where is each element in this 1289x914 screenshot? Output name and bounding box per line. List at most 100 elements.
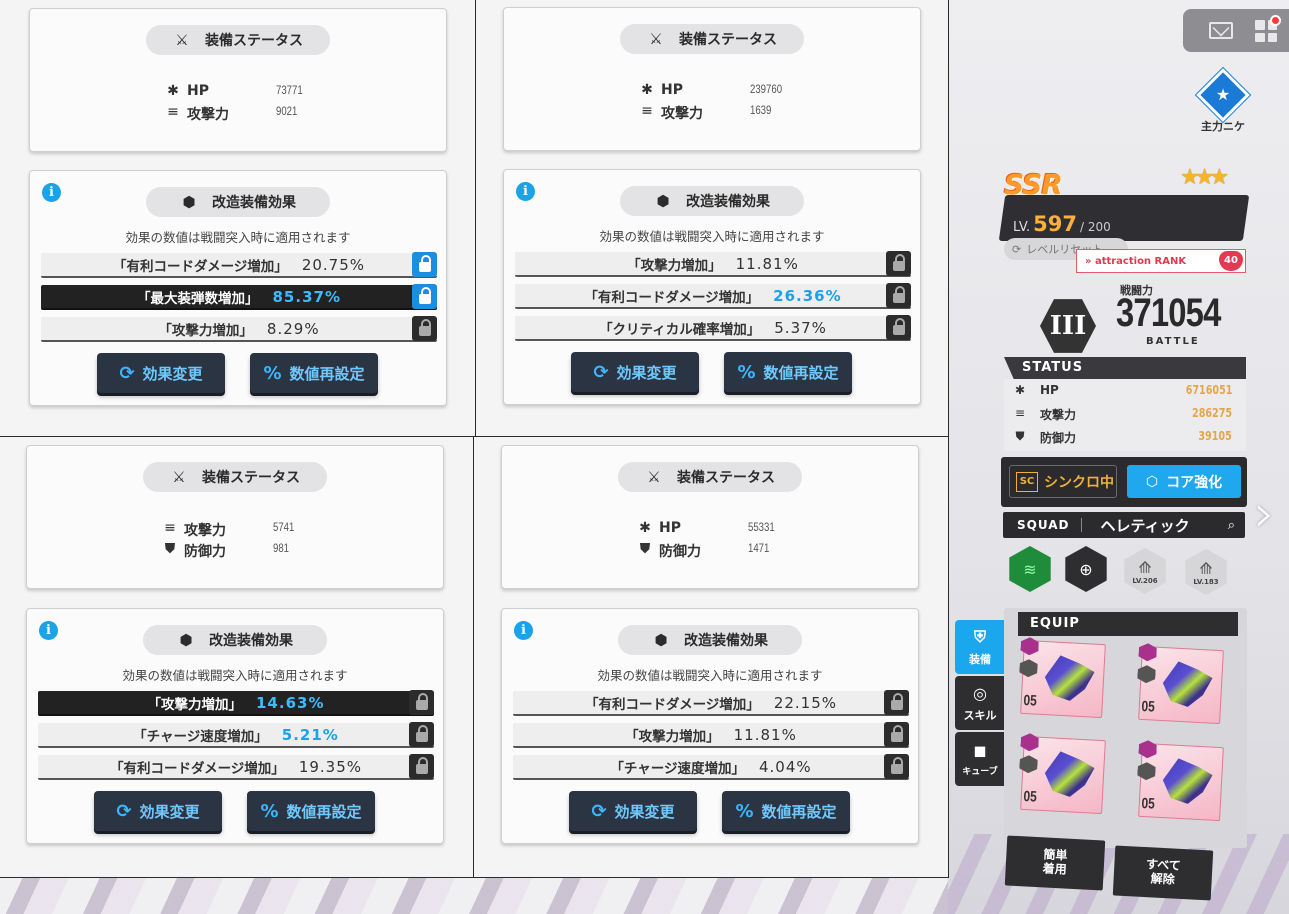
change-effect-button[interactable]: ⟳ 効果変更 — [94, 791, 222, 831]
power-value: 371054 — [1116, 291, 1221, 335]
lock-icon[interactable] — [409, 690, 434, 715]
limit-break-stars-icon: ★★★ — [1180, 165, 1229, 190]
change-effect-button[interactable]: ⟳ 効果変更 — [569, 791, 697, 831]
lock-icon[interactable] — [412, 316, 437, 341]
attack-icon: ≡ — [167, 104, 179, 120]
mod-effect-card: i ⬢ 改造装備効果 効果の数値は戦闘突入時に適用されます 「有利コードダメージ増加」 2… — [29, 170, 447, 406]
core-icon: ⬡ — [1145, 473, 1159, 490]
hp-icon: ✱ — [167, 83, 179, 99]
refresh-icon: ⟳ — [119, 362, 135, 384]
lock-icon[interactable] — [409, 722, 434, 747]
effect-row[interactable]: 「攻撃力増加」 8.29% — [41, 316, 437, 342]
reset-value-button[interactable]: % 数値再設定 — [250, 353, 378, 393]
reset-value-button[interactable]: % 数値再設定 — [247, 791, 375, 831]
cube-icon: ◼ — [973, 741, 987, 760]
effect-note: 効果の数値は戦闘突入時に適用されます — [122, 668, 348, 683]
info-icon[interactable]: i — [42, 183, 61, 202]
effect-row[interactable]: 「攻撃力増加」 14.63% — [38, 690, 434, 716]
lock-icon[interactable] — [886, 283, 911, 308]
heart-icon: 40 — [1219, 251, 1243, 271]
unequip-all-button[interactable]: すべて 解除 — [1112, 845, 1214, 901]
effect-row[interactable]: 「有利コードダメージ増加」 19.35% — [38, 754, 434, 780]
reset-value-button[interactable]: % 数値再設定 — [722, 791, 850, 831]
attack-icon: ≡ — [1014, 406, 1026, 420]
tab-skill[interactable]: ◎ スキル — [955, 676, 1005, 730]
search-icon[interactable]: ⌕ — [1228, 518, 1235, 533]
info-icon[interactable]: i — [514, 621, 533, 640]
status-row-attack: ≡ 攻撃力 286275 — [1004, 406, 1246, 428]
equip-slot-3[interactable]: 05 — [1020, 736, 1106, 815]
effect-note: 効果の数値は戦闘突入時に適用されます — [125, 230, 351, 245]
effect-row[interactable]: 「チャージ速度増加」 4.04% — [513, 754, 909, 780]
attraction-rank[interactable]: » attraction RANK 40 — [1076, 249, 1246, 273]
info-icon[interactable]: i — [516, 182, 535, 201]
status-row-hp: ✱ HP 6716051 — [1004, 383, 1246, 405]
lock-icon[interactable] — [409, 754, 434, 779]
attack-icon: ≡ — [641, 103, 653, 119]
equip-status-card: ⚔ 装備ステータス ≡ 攻撃力 5741 ⛊ 防御力 981 — [26, 445, 444, 589]
equip-title: EQUIP — [1018, 612, 1238, 636]
next-arrow-icon[interactable]: › — [1254, 484, 1275, 544]
change-effect-button[interactable]: ⟳ 効果変更 — [97, 353, 225, 393]
effect-row[interactable]: 「有利コードダメージ増加」 20.75% — [41, 252, 437, 278]
hp-icon: ✱ — [641, 82, 653, 98]
effect-row[interactable]: 「攻撃力増加」 11.81% — [513, 722, 909, 748]
main-nikke-button[interactable]: ★ 主力ニケ — [1196, 68, 1250, 133]
synchro-icon: SC — [1016, 471, 1038, 492]
stat-row: ≡ 攻撃力 5741 — [27, 520, 443, 540]
stat-row: ⛊ 防御力 1471 — [502, 541, 918, 561]
effect-row[interactable]: 「最大装弾数増加」 85.37% — [41, 284, 437, 310]
refresh-icon: ⟳ — [591, 800, 607, 822]
crossed-swords-icon: ⚔ — [647, 468, 661, 486]
equip-slot-1[interactable]: 05 — [1020, 640, 1106, 719]
equip-slot-2[interactable]: 05 — [1138, 646, 1224, 725]
lock-icon[interactable] — [886, 315, 911, 340]
core-enhance-button[interactable]: ⬡ コア強化 — [1127, 465, 1241, 498]
defense-icon: ⛊ — [1015, 429, 1025, 443]
tab-cube[interactable]: ◼ キューブ — [955, 732, 1005, 786]
gear-icon — [1156, 658, 1217, 711]
gear-icon — [1038, 748, 1099, 801]
lock-icon[interactable] — [412, 284, 437, 309]
squad-bar[interactable]: SQUAD ヘレティック ⌕ — [1003, 512, 1245, 538]
equip-status-card: ⚔ 装備ステータス ✱ HP 73771 ≡ 攻撃力 9021 — [29, 8, 447, 152]
tab-equip[interactable]: ⛨ 装備 — [955, 620, 1005, 674]
stat-row: ✱ HP 73771 — [30, 83, 446, 103]
equip-status-title: ⚔ 装備ステータス — [146, 25, 330, 55]
effect-row[interactable]: 「有利コードダメージ増加」 26.36% — [515, 283, 911, 309]
mail-icon[interactable] — [1209, 22, 1233, 39]
mod-effect-title: ⬢ 改造装備効果 — [620, 186, 804, 216]
equip-status-title: ⚔ 装備ステータス — [620, 24, 804, 54]
star-bookmark-icon: ★ — [1196, 68, 1250, 122]
lock-icon[interactable] — [412, 252, 437, 277]
effect-row[interactable]: 「攻撃力増加」 11.81% — [515, 251, 911, 277]
defense-icon: ⛊ — [639, 541, 651, 557]
percent-icon: % — [735, 800, 754, 822]
equip-status-title: ⚔ 装備ステータス — [143, 462, 327, 492]
stat-row: ≡ 攻撃力 9021 — [30, 104, 446, 124]
lock-icon[interactable] — [886, 251, 911, 276]
lock-icon[interactable] — [884, 722, 909, 747]
status-box: ✱ HP 6716051 ≡ 攻撃力 286275 ⛊ 防御力 39105 — [1004, 379, 1246, 451]
effect-row[interactable]: 「有利コードダメージ増加」 22.15% — [513, 690, 909, 716]
reset-icon: ⟳ — [1012, 242, 1022, 256]
gear-icon — [1156, 755, 1217, 808]
percent-icon: % — [263, 362, 282, 384]
status-row-defense: ⛊ 防御力 39105 — [1004, 429, 1246, 451]
stat-row: ⛊ 防御力 981 — [27, 541, 443, 561]
reset-value-button[interactable]: % 数値再設定 — [724, 352, 852, 392]
mod-effect-card: i ⬢ 改造装備効果 効果の数値は戦闘突入時に適用されます 「有利コードダメージ増加」 2… — [501, 608, 919, 844]
effect-row[interactable]: 「チャージ速度増加」 5.21% — [38, 722, 434, 748]
easy-equip-button[interactable]: 簡単 着用 — [1004, 835, 1106, 891]
target-icon: ◎ — [973, 683, 987, 703]
lock-icon[interactable] — [884, 690, 909, 715]
info-icon[interactable]: i — [39, 621, 58, 640]
equip-slot-4[interactable]: 05 — [1138, 743, 1224, 822]
synchro-button[interactable]: SC シンクロ中 — [1009, 465, 1117, 498]
crossed-swords-icon: ⚔ — [175, 31, 189, 49]
effect-row[interactable]: 「クリティカル確率増加」 5.37% — [515, 315, 911, 341]
effect-note: 効果の数値は戦闘突入時に適用されます — [599, 229, 825, 244]
change-effect-button[interactable]: ⟳ 効果変更 — [571, 352, 699, 392]
lock-icon[interactable] — [884, 754, 909, 779]
stat-row: ✱ HP 55331 — [502, 520, 918, 540]
